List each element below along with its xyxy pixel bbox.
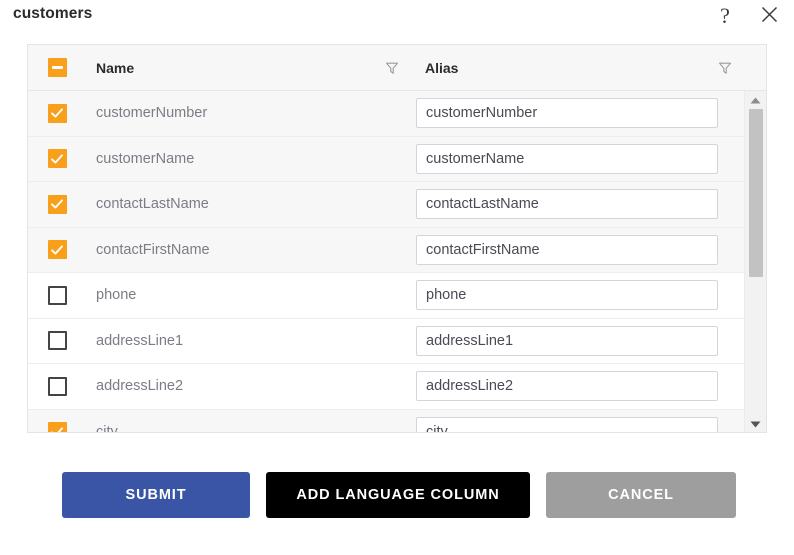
table-header-row: Name Alias <box>28 45 766 91</box>
row-checkbox-cell <box>28 149 86 169</box>
row-select-checkbox[interactable] <box>47 103 67 123</box>
row-name-label: customerNumber <box>96 105 208 122</box>
row-alias-cell <box>411 137 722 182</box>
table-body: customerNumber customerName contactLastNam… <box>28 91 766 433</box>
row-select-checkbox[interactable] <box>47 149 67 169</box>
row-checkbox-cell <box>28 422 86 432</box>
help-button[interactable]: ? <box>710 1 740 31</box>
alias-input[interactable] <box>416 234 718 265</box>
row-name-cell: addressLine2 <box>86 364 411 409</box>
table-row: phone <box>28 273 744 319</box>
row-alias-cell <box>411 273 722 318</box>
column-header-name-label: Name <box>96 59 135 76</box>
alias-input[interactable] <box>416 280 718 311</box>
table-row: customerNumber <box>28 91 744 137</box>
row-name-label: addressLine2 <box>96 378 184 395</box>
cancel-button[interactable]: CANCEL <box>546 472 736 518</box>
row-checkbox-cell <box>28 194 86 214</box>
table-row: addressLine1 <box>28 318 744 364</box>
row-alias-cell <box>411 319 722 364</box>
row-name-label: addressLine1 <box>96 332 184 349</box>
row-name-label: city <box>96 423 118 433</box>
dialog-titlebar: customers ? <box>0 0 794 44</box>
column-header-name[interactable]: Name <box>86 45 411 90</box>
close-button[interactable] <box>754 1 784 31</box>
question-mark-icon: ? <box>720 3 730 28</box>
row-name-cell: customerNumber <box>86 91 411 136</box>
row-checkbox-cell <box>28 331 86 351</box>
alias-input[interactable] <box>416 143 718 174</box>
row-checkbox-cell <box>28 285 86 305</box>
rows-viewport: customerNumber customerName contactLastNam… <box>28 91 744 433</box>
row-select-checkbox[interactable] <box>47 194 67 214</box>
alias-input[interactable] <box>416 325 718 356</box>
table-row: addressLine2 <box>28 364 744 410</box>
page-title: customers <box>13 5 93 22</box>
row-name-cell: phone <box>86 273 411 318</box>
row-select-checkbox[interactable] <box>47 331 67 351</box>
scroll-up-arrow-icon[interactable] <box>745 91 766 109</box>
add-language-column-button[interactable]: ADD LANGUAGE COLUMN <box>266 472 530 518</box>
row-alias-cell <box>411 410 722 432</box>
row-name-cell: addressLine1 <box>86 319 411 364</box>
table-row: contactLastName <box>28 182 744 228</box>
row-name-cell: contactFirstName <box>86 228 411 273</box>
select-all-cell <box>28 58 86 77</box>
row-checkbox-cell <box>28 103 86 123</box>
row-alias-cell <box>411 182 722 227</box>
dialog-footer: SUBMIT ADD LANGUAGE COLUMN CANCEL <box>0 472 794 518</box>
row-name-label: customerName <box>96 150 195 167</box>
row-alias-cell <box>411 91 722 136</box>
row-select-checkbox[interactable] <box>47 240 67 260</box>
row-alias-cell <box>411 364 722 409</box>
columns-table-panel: Name Alias customerNumber customerName con… <box>27 44 767 433</box>
row-checkbox-cell <box>28 376 86 396</box>
row-alias-cell <box>411 228 722 273</box>
column-header-alias[interactable]: Alias <box>411 45 744 90</box>
close-icon <box>761 6 778 26</box>
row-select-checkbox[interactable] <box>47 376 67 396</box>
row-checkbox-cell <box>28 240 86 260</box>
column-header-alias-label: Alias <box>425 59 459 76</box>
filter-funnel-icon-alias[interactable] <box>718 61 732 75</box>
filter-funnel-icon-name[interactable] <box>385 61 399 75</box>
row-select-checkbox[interactable] <box>47 285 67 305</box>
alias-input[interactable] <box>416 371 718 402</box>
vertical-scrollbar[interactable] <box>744 91 766 432</box>
alias-input[interactable] <box>416 98 718 129</box>
row-name-cell: city <box>86 410 411 433</box>
row-name-cell: customerName <box>86 137 411 182</box>
row-name-label: phone <box>96 287 137 304</box>
select-all-checkbox[interactable] <box>47 58 67 77</box>
table-row: city <box>28 409 744 433</box>
table-row: customerName <box>28 136 744 182</box>
row-select-checkbox[interactable] <box>47 422 67 432</box>
titlebar-actions: ? <box>710 1 784 31</box>
row-name-label: contactLastName <box>96 196 209 213</box>
submit-button[interactable]: SUBMIT <box>62 472 250 518</box>
row-name-label: contactFirstName <box>96 241 210 258</box>
row-name-cell: contactLastName <box>86 182 411 227</box>
scroll-down-arrow-icon[interactable] <box>745 415 766 432</box>
alias-input[interactable] <box>416 189 718 220</box>
alias-input[interactable] <box>416 416 718 432</box>
table-row: contactFirstName <box>28 227 744 273</box>
scrollbar-thumb[interactable] <box>749 109 763 277</box>
